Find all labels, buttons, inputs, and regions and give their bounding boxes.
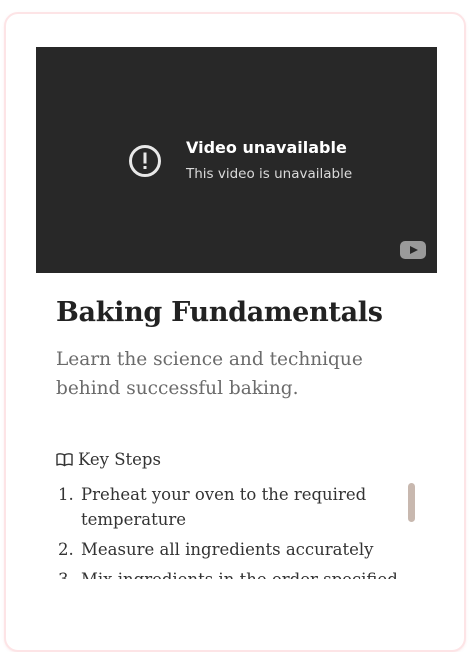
lesson-card: Video unavailable This video is unavaila… (4, 12, 466, 652)
key-steps-label: Key Steps (78, 450, 161, 469)
video-player[interactable]: Video unavailable This video is unavaila… (36, 47, 437, 273)
step-number: 1. (58, 485, 74, 504)
video-error-title: Video unavailable (186, 138, 347, 157)
list-item: 2. Measure all ingredients accurately (56, 537, 418, 562)
steps-list: 1. Preheat your oven to the required tem… (56, 482, 418, 579)
step-text: Measure all ingredients accurately (81, 540, 374, 559)
key-steps-heading: Key Steps (56, 450, 161, 469)
lesson-description: Learn the science and technique behind s… (56, 349, 363, 399)
list-item: 1. Preheat your oven to the required tem… (56, 482, 418, 532)
step-text: Mix ingredients in the order specified (81, 570, 398, 579)
step-number: 3. (58, 567, 74, 579)
steps-scrollbar[interactable] (408, 483, 415, 522)
book-open-icon (56, 453, 73, 467)
lesson-title: Baking Fundamentals (56, 297, 383, 328)
steps-list-container[interactable]: 1. Preheat your oven to the required tem… (56, 482, 418, 579)
step-number: 2. (58, 540, 74, 559)
list-item: 3. Mix ingredients in the order specifie… (56, 567, 418, 579)
step-text: Preheat your oven to the required temper… (81, 485, 367, 529)
alert-circle-icon (129, 145, 161, 177)
youtube-icon[interactable] (400, 241, 426, 259)
video-error-message: This video is unavailable (186, 166, 353, 182)
